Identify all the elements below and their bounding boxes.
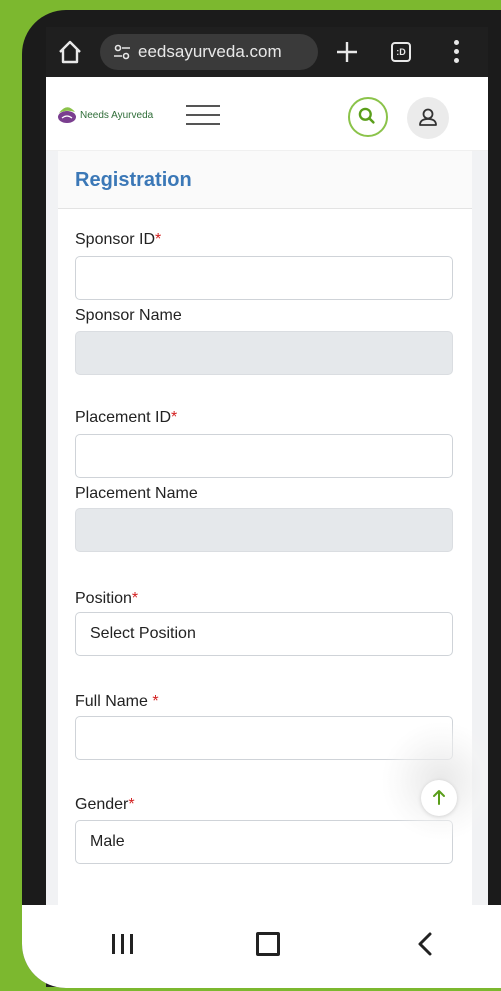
more-vert-icon[interactable]	[454, 40, 460, 64]
url-text[interactable]: eedsayurveda.com	[138, 42, 282, 62]
system-nav-bar	[22, 905, 501, 988]
search-icon	[358, 107, 375, 124]
arrow-up-icon	[433, 790, 445, 805]
address-bar[interactable]: eedsayurveda.com	[100, 34, 318, 70]
logo-text: Needs Ayurveda	[80, 109, 154, 121]
tab-switcher-icon[interactable]: :D	[391, 42, 411, 62]
browser-toolbar: eedsayurveda.com :D	[46, 27, 488, 77]
recents-icon[interactable]	[110, 933, 136, 955]
home-icon[interactable]	[56, 38, 84, 66]
full-name-label: Full Name *	[75, 693, 159, 710]
position-select[interactable]: Select Position	[75, 612, 453, 656]
hamburger-menu-icon[interactable]	[186, 105, 220, 125]
user-account-button[interactable]	[407, 97, 449, 139]
sponsor-name-field	[75, 331, 453, 375]
gender-select[interactable]: Male	[75, 820, 453, 864]
screen: eedsayurveda.com :D Needs Ayurveda Regis…	[46, 27, 488, 987]
logo-leaf-icon	[58, 107, 76, 123]
gender-label: Gender*	[75, 796, 135, 813]
nav-home-icon[interactable]	[256, 932, 280, 956]
position-label: Position*	[75, 590, 139, 607]
back-icon[interactable]	[414, 931, 436, 957]
site-logo[interactable]: Needs Ayurveda	[56, 104, 153, 126]
sponsor-id-label: Sponsor ID*	[75, 231, 162, 248]
search-button[interactable]	[348, 97, 388, 137]
scroll-to-top-button[interactable]	[421, 780, 457, 816]
placement-name-field	[75, 508, 453, 552]
user-icon	[419, 108, 437, 126]
placement-name-label: Placement Name	[75, 485, 198, 502]
card-header: Registration	[58, 151, 472, 209]
placement-id-input[interactable]	[75, 434, 453, 478]
plus-icon[interactable]	[334, 39, 360, 65]
site-header: Needs Ayurveda	[46, 77, 488, 151]
page-title: Registration	[75, 169, 192, 191]
placement-id-label: Placement ID*	[75, 409, 178, 426]
sponsor-id-input[interactable]	[75, 256, 453, 300]
sponsor-name-label: Sponsor Name	[75, 307, 182, 324]
tune-icon[interactable]	[112, 42, 132, 62]
